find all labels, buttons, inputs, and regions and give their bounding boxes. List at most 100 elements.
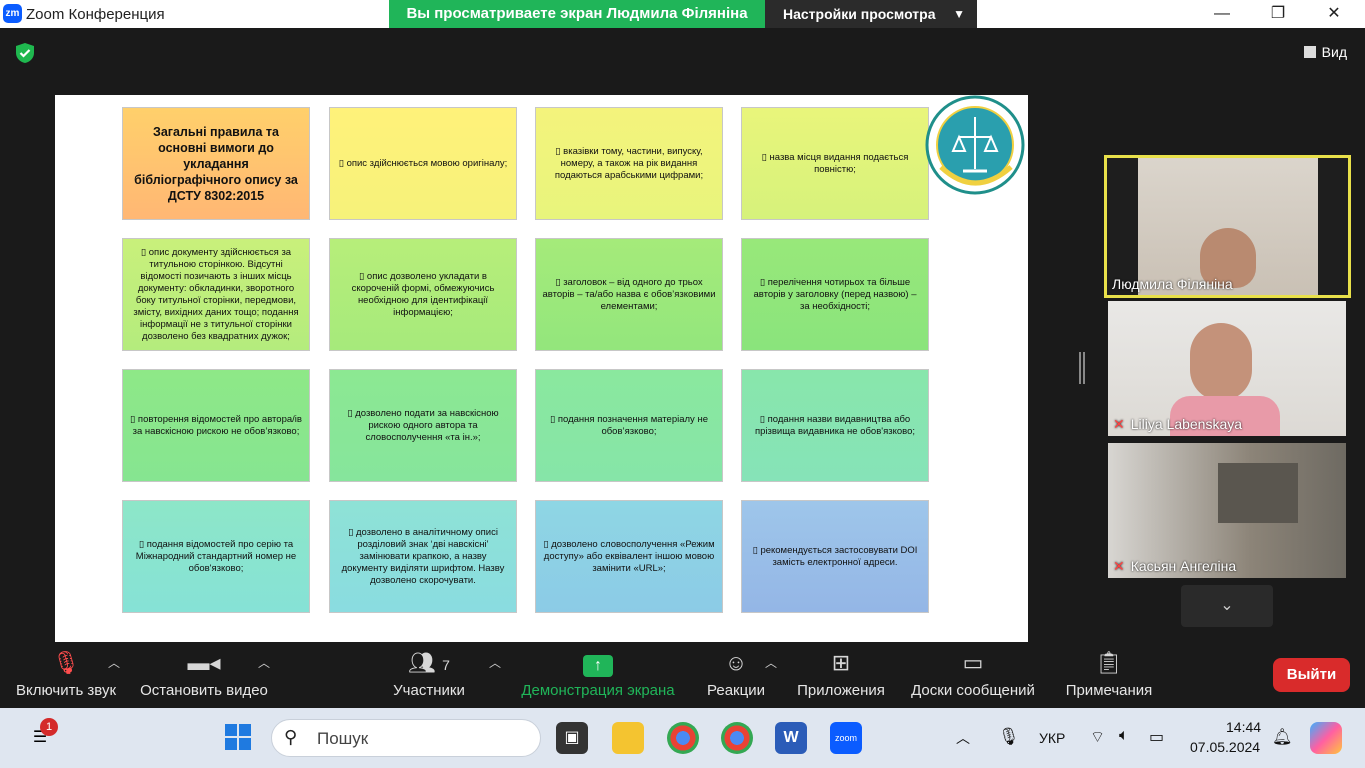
slide-card: ▯ назва місця видання подається повністю…: [741, 107, 929, 220]
audio-options-caret-icon[interactable]: ︿: [108, 654, 120, 671]
card-text: ▯ повторення відомостей про автора/ів за…: [130, 413, 302, 437]
word-icon[interactable]: W: [775, 722, 807, 754]
slide-card: ▯ опис дозволено укладати в скороченій ф…: [329, 238, 517, 351]
chrome-icon[interactable]: [667, 722, 699, 754]
stop-video-button[interactable]: ▬◂ Остановить видео: [136, 644, 272, 708]
participants-caret-icon[interactable]: ︿: [489, 654, 501, 671]
language-indicator[interactable]: УКР: [1039, 730, 1065, 746]
slide-card: ▯ дозволено словосполучення «Режим досту…: [535, 500, 723, 613]
zoom-logo-icon: zm: [3, 4, 22, 23]
institute-seal-logo: [925, 95, 1025, 195]
card-text: ▯ дозволено в аналітичному описі розділо…: [341, 526, 505, 586]
notifications-icon[interactable]: 🔔︎: [1272, 727, 1292, 747]
grid-view-icon: [1303, 46, 1316, 58]
card-text: ▯ дозволено подати за навскісною рискою …: [347, 407, 499, 443]
slide-card: ▯ вказівки тому, частини, випуску, номер…: [535, 107, 723, 220]
view-settings-label: Настройки просмотра: [783, 6, 936, 22]
unmute-button[interactable]: 🎙︎ Включить звук: [10, 644, 122, 708]
notes-button[interactable]: 📋︎ Примечания: [1062, 644, 1156, 708]
apps-button[interactable]: ⊞ Приложения: [794, 644, 888, 708]
copilot-icon[interactable]: [1310, 722, 1342, 754]
volume-icon[interactable]: 🔈︎: [1119, 727, 1129, 745]
zoom-taskbar-icon[interactable]: zoom: [830, 722, 862, 754]
slide-card: ▯ опис документу здійснюється за титульн…: [122, 238, 310, 351]
close-button[interactable]: ✕: [1311, 0, 1357, 28]
share-screen-icon: ↑: [583, 655, 613, 677]
card-text: ▯ опис дозволено укладати в скороченій ф…: [351, 270, 495, 318]
video-options-caret-icon[interactable]: ︿: [258, 654, 270, 671]
video-camera-icon: ▬◂: [187, 650, 221, 675]
participants-icon: 👥︎ 7: [408, 650, 450, 675]
slide-card: ▯ подання назви видавництва або прізвища…: [741, 369, 929, 482]
card-text: ▯ перелічення чотирьох та більше авторів…: [753, 276, 917, 312]
chevron-down-icon: ▼: [953, 7, 965, 21]
taskbar-search[interactable]: ⚲ Пошук: [271, 719, 541, 757]
card-text: ▯ назва місця видання подається повністю…: [761, 151, 909, 175]
shield-check-icon[interactable]: [14, 42, 36, 64]
slide-card: ▯ опис здійснюється мовою оригіналу;: [329, 107, 517, 220]
panel-splitter-handle[interactable]: [1079, 352, 1085, 384]
window-title: Zoom Конференция: [26, 6, 165, 23]
windows-taskbar: ☰ 1 ⚲ Пошук ▣ W zoom ︿ 🎙︎ УКР ⌔ 🔈︎ ▭ 14:…: [0, 708, 1365, 768]
windows-start-icon[interactable]: [222, 722, 254, 754]
minimize-button[interactable]: —: [1199, 0, 1245, 28]
participant-face: [1190, 323, 1252, 401]
clock-time[interactable]: 14:44: [1226, 719, 1261, 735]
card-text: ▯ заголовок – від одного до трьох авторі…: [542, 276, 716, 312]
card-text: ▯ подання назви видавництва або прізвища…: [754, 413, 915, 437]
slide-title: Загальні правила та основні вимоги до ук…: [134, 124, 298, 203]
participant-name: ✕ Liliya Labenskaya: [1113, 416, 1243, 432]
slide-card: ▯ заголовок – від одного до трьох авторі…: [535, 238, 723, 351]
slide-card: ▯ дозволено подати за навскісною рискою …: [329, 369, 517, 482]
apps-icon: ⊞: [831, 650, 851, 675]
microphone-icon[interactable]: 🎙︎: [998, 727, 1020, 747]
card-text: ▯ дозволено словосполучення «Режим досту…: [543, 538, 715, 574]
reactions-caret-icon[interactable]: ︿: [765, 654, 777, 671]
slide-card: ▯ повторення відомостей про автора/ів за…: [122, 369, 310, 482]
slide-title-card: Загальні правила та основні вимоги до ук…: [122, 107, 310, 220]
card-text: ▯ вказівки тому, частини, випуску, номер…: [554, 145, 704, 181]
whiteboards-button[interactable]: ▭ Доски сообщений: [906, 644, 1040, 708]
view-button[interactable]: Вид: [1303, 44, 1347, 60]
participant-background: [1218, 463, 1298, 523]
card-text: ▯ рекомендується застосовувати DOI заміс…: [752, 544, 918, 568]
slide-card: ▯ рекомендується застосовувати DOI заміс…: [741, 500, 929, 613]
muted-mic-icon: ✕: [1113, 416, 1125, 432]
participant-name: ✕ Касьян Ангеліна: [1113, 558, 1237, 574]
chrome-profile-icon[interactable]: [721, 722, 753, 754]
slide-card: ▯ дозволено в аналітичному описі розділо…: [329, 500, 517, 613]
card-text: ▯ опис здійснюється мовою оригіналу;: [338, 157, 508, 169]
share-screen-button[interactable]: ↑ Демонстрация экрана: [517, 644, 679, 708]
show-hidden-icons-icon[interactable]: ︿: [956, 728, 970, 748]
participant-name: Людмила Філяніна: [1112, 276, 1233, 292]
meeting-toolbar: 🎙︎ Включить звук ︿ ▬◂ Остановить видео ︿…: [0, 644, 1365, 708]
chevron-down-icon: ⌄: [1220, 597, 1234, 614]
shared-screen-slide: Загальні правила та основні вимоги до ук…: [55, 95, 1028, 642]
file-explorer-icon[interactable]: [612, 722, 644, 754]
participant-tile[interactable]: ✕ Касьян Ангеліна: [1108, 443, 1346, 578]
participant-tile[interactable]: ✕ Liliya Labenskaya: [1108, 301, 1346, 436]
card-text: ▯ подання позначення матеріалу не обов’я…: [550, 413, 708, 437]
clock-date[interactable]: 07.05.2024: [1190, 739, 1260, 755]
card-text: ▯ подання відомостей про серію та Міжнар…: [135, 538, 297, 574]
muted-mic-icon: ✕: [1113, 558, 1125, 574]
leave-button[interactable]: Выйти: [1273, 658, 1350, 692]
slide-card: ▯ подання позначення матеріалу не обов’я…: [535, 369, 723, 482]
share-banner: Вы просматриваете экран Людмила Філяніна: [389, 0, 765, 28]
maximize-button[interactable]: ❐: [1255, 0, 1301, 28]
view-settings-button[interactable]: Настройки просмотра ▼: [765, 0, 977, 28]
search-icon: ⚲: [284, 727, 298, 747]
title-bar: zm Zoom Конференция Вы просматриваете эк…: [0, 0, 1365, 28]
slide-card: ▯ подання відомостей про серію та Міжнар…: [122, 500, 310, 613]
battery-icon[interactable]: ▭: [1149, 727, 1164, 747]
scroll-down-button[interactable]: ⌄: [1181, 585, 1273, 627]
search-placeholder: Пошук: [317, 729, 369, 748]
participant-tile-active[interactable]: Людмила Філяніна: [1104, 155, 1351, 298]
notes-icon: 📋︎: [1095, 650, 1123, 675]
reactions-button[interactable]: ☺︎ Реакции: [704, 644, 768, 708]
view-label: Вид: [1321, 44, 1347, 60]
participants-button[interactable]: 👥︎ 7 Участники: [388, 644, 470, 708]
card-text: ▯ опис документу здійснюється за титульн…: [133, 246, 299, 342]
task-view-icon[interactable]: ▣: [556, 722, 588, 754]
wifi-icon[interactable]: ⌔: [1090, 727, 1105, 747]
